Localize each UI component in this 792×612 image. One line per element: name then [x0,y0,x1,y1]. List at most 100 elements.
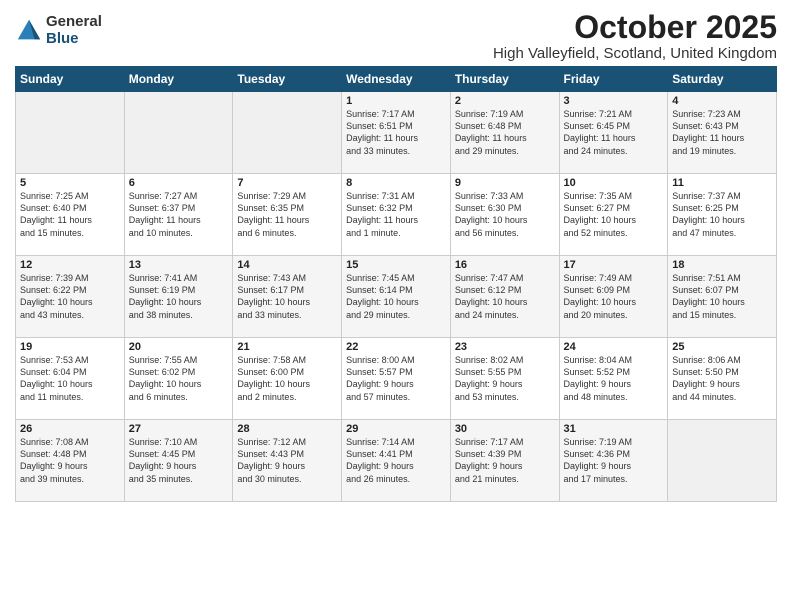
day-cell: 3Sunrise: 7:21 AM Sunset: 6:45 PM Daylig… [559,92,668,174]
day-number: 26 [20,423,120,435]
cell-content: Sunrise: 7:08 AM Sunset: 4:48 PM Dayligh… [20,436,120,485]
day-cell [124,92,233,174]
day-cell: 4Sunrise: 7:23 AM Sunset: 6:43 PM Daylig… [668,92,777,174]
header-row: SundayMondayTuesdayWednesdayThursdayFrid… [16,67,777,92]
day-number: 13 [129,259,229,271]
cell-content: Sunrise: 7:10 AM Sunset: 4:45 PM Dayligh… [129,436,229,485]
day-cell: 25Sunrise: 8:06 AM Sunset: 5:50 PM Dayli… [668,338,777,420]
day-number: 11 [672,177,772,189]
day-cell: 10Sunrise: 7:35 AM Sunset: 6:27 PM Dayli… [559,174,668,256]
day-cell: 21Sunrise: 7:58 AM Sunset: 6:00 PM Dayli… [233,338,342,420]
day-number: 1 [346,95,446,107]
logo-blue-label: Blue [46,31,102,48]
day-number: 14 [237,259,337,271]
cell-content: Sunrise: 7:29 AM Sunset: 6:35 PM Dayligh… [237,190,337,239]
cell-content: Sunrise: 7:43 AM Sunset: 6:17 PM Dayligh… [237,272,337,321]
cell-content: Sunrise: 7:25 AM Sunset: 6:40 PM Dayligh… [20,190,120,239]
day-number: 30 [455,423,555,435]
cell-content: Sunrise: 7:19 AM Sunset: 6:48 PM Dayligh… [455,108,555,157]
day-number: 6 [129,177,229,189]
cell-content: Sunrise: 7:17 AM Sunset: 4:39 PM Dayligh… [455,436,555,485]
day-cell: 18Sunrise: 7:51 AM Sunset: 6:07 PM Dayli… [668,256,777,338]
day-cell: 11Sunrise: 7:37 AM Sunset: 6:25 PM Dayli… [668,174,777,256]
header: General Blue October 2025 High Valleyfie… [15,10,777,62]
day-number: 15 [346,259,446,271]
cell-content: Sunrise: 7:58 AM Sunset: 6:00 PM Dayligh… [237,354,337,403]
day-cell: 15Sunrise: 7:45 AM Sunset: 6:14 PM Dayli… [342,256,451,338]
cell-content: Sunrise: 7:47 AM Sunset: 6:12 PM Dayligh… [455,272,555,321]
header-cell-monday: Monday [124,67,233,92]
day-number: 19 [20,341,120,353]
day-cell: 29Sunrise: 7:14 AM Sunset: 4:41 PM Dayli… [342,420,451,502]
day-cell: 23Sunrise: 8:02 AM Sunset: 5:55 PM Dayli… [450,338,559,420]
header-cell-sunday: Sunday [16,67,125,92]
day-number: 10 [564,177,664,189]
day-cell [16,92,125,174]
calendar-body: 1Sunrise: 7:17 AM Sunset: 6:51 PM Daylig… [16,92,777,502]
day-cell: 5Sunrise: 7:25 AM Sunset: 6:40 PM Daylig… [16,174,125,256]
cell-content: Sunrise: 7:12 AM Sunset: 4:43 PM Dayligh… [237,436,337,485]
cell-content: Sunrise: 7:53 AM Sunset: 6:04 PM Dayligh… [20,354,120,403]
main-container: General Blue October 2025 High Valleyfie… [0,0,792,512]
logo-general-label: General [46,14,102,31]
day-number: 28 [237,423,337,435]
cell-content: Sunrise: 7:17 AM Sunset: 6:51 PM Dayligh… [346,108,446,157]
day-number: 17 [564,259,664,271]
week-row-3: 12Sunrise: 7:39 AM Sunset: 6:22 PM Dayli… [16,256,777,338]
day-cell: 28Sunrise: 7:12 AM Sunset: 4:43 PM Dayli… [233,420,342,502]
cell-content: Sunrise: 8:02 AM Sunset: 5:55 PM Dayligh… [455,354,555,403]
day-number: 4 [672,95,772,107]
logo-icon [15,17,43,45]
cell-content: Sunrise: 7:21 AM Sunset: 6:45 PM Dayligh… [564,108,664,157]
day-number: 3 [564,95,664,107]
day-cell: 26Sunrise: 7:08 AM Sunset: 4:48 PM Dayli… [16,420,125,502]
day-number: 9 [455,177,555,189]
day-number: 2 [455,95,555,107]
cell-content: Sunrise: 8:00 AM Sunset: 5:57 PM Dayligh… [346,354,446,403]
title-block: October 2025 High Valleyfield, Scotland,… [493,10,777,62]
day-cell: 17Sunrise: 7:49 AM Sunset: 6:09 PM Dayli… [559,256,668,338]
day-cell: 8Sunrise: 7:31 AM Sunset: 6:32 PM Daylig… [342,174,451,256]
day-cell: 20Sunrise: 7:55 AM Sunset: 6:02 PM Dayli… [124,338,233,420]
cell-content: Sunrise: 7:39 AM Sunset: 6:22 PM Dayligh… [20,272,120,321]
week-row-2: 5Sunrise: 7:25 AM Sunset: 6:40 PM Daylig… [16,174,777,256]
day-cell: 22Sunrise: 8:00 AM Sunset: 5:57 PM Dayli… [342,338,451,420]
day-number: 23 [455,341,555,353]
day-cell: 31Sunrise: 7:19 AM Sunset: 4:36 PM Dayli… [559,420,668,502]
day-number: 12 [20,259,120,271]
day-cell: 9Sunrise: 7:33 AM Sunset: 6:30 PM Daylig… [450,174,559,256]
week-row-5: 26Sunrise: 7:08 AM Sunset: 4:48 PM Dayli… [16,420,777,502]
day-number: 31 [564,423,664,435]
day-number: 8 [346,177,446,189]
cell-content: Sunrise: 7:14 AM Sunset: 4:41 PM Dayligh… [346,436,446,485]
day-cell: 24Sunrise: 8:04 AM Sunset: 5:52 PM Dayli… [559,338,668,420]
cell-content: Sunrise: 7:19 AM Sunset: 4:36 PM Dayligh… [564,436,664,485]
day-number: 20 [129,341,229,353]
cell-content: Sunrise: 7:31 AM Sunset: 6:32 PM Dayligh… [346,190,446,239]
day-number: 21 [237,341,337,353]
location-subtitle: High Valleyfield, Scotland, United Kingd… [493,45,777,62]
calendar-header: SundayMondayTuesdayWednesdayThursdayFrid… [16,67,777,92]
logo: General Blue [15,14,102,47]
day-cell: 12Sunrise: 7:39 AM Sunset: 6:22 PM Dayli… [16,256,125,338]
day-number: 7 [237,177,337,189]
header-cell-wednesday: Wednesday [342,67,451,92]
calendar-table: SundayMondayTuesdayWednesdayThursdayFrid… [15,66,777,502]
day-number: 25 [672,341,772,353]
month-title: October 2025 [493,10,777,45]
day-cell: 30Sunrise: 7:17 AM Sunset: 4:39 PM Dayli… [450,420,559,502]
cell-content: Sunrise: 7:27 AM Sunset: 6:37 PM Dayligh… [129,190,229,239]
day-number: 16 [455,259,555,271]
cell-content: Sunrise: 7:23 AM Sunset: 6:43 PM Dayligh… [672,108,772,157]
header-cell-tuesday: Tuesday [233,67,342,92]
day-number: 24 [564,341,664,353]
cell-content: Sunrise: 7:51 AM Sunset: 6:07 PM Dayligh… [672,272,772,321]
day-cell: 2Sunrise: 7:19 AM Sunset: 6:48 PM Daylig… [450,92,559,174]
day-cell: 16Sunrise: 7:47 AM Sunset: 6:12 PM Dayli… [450,256,559,338]
day-number: 5 [20,177,120,189]
day-cell: 6Sunrise: 7:27 AM Sunset: 6:37 PM Daylig… [124,174,233,256]
day-number: 27 [129,423,229,435]
week-row-1: 1Sunrise: 7:17 AM Sunset: 6:51 PM Daylig… [16,92,777,174]
day-cell: 14Sunrise: 7:43 AM Sunset: 6:17 PM Dayli… [233,256,342,338]
day-number: 22 [346,341,446,353]
